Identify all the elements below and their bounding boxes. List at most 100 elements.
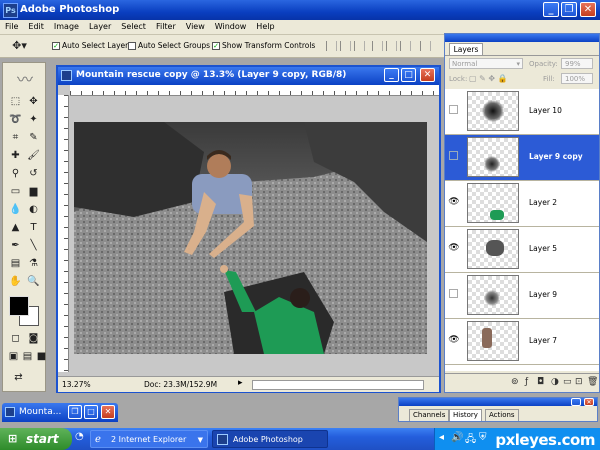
zoom-level[interactable]: 13.27%: [62, 380, 91, 389]
add-mask-icon[interactable]: ◘: [537, 377, 544, 387]
new-group-icon[interactable]: ▭: [563, 377, 572, 387]
lasso-tool-icon[interactable]: ➰: [8, 112, 23, 127]
move-tool-preset-icon[interactable]: ✥▾: [12, 38, 27, 53]
horizontal-scrollbar[interactable]: [252, 380, 424, 390]
hand-tool-icon[interactable]: ✋: [8, 274, 23, 289]
path-selection-tool-icon[interactable]: ▲: [8, 220, 23, 235]
auto-select-layer-checkbox[interactable]: ✓: [52, 42, 60, 50]
shape-tool-icon[interactable]: ╲: [26, 238, 41, 253]
layer-row[interactable]: 👁 Layer 5: [445, 227, 599, 273]
brush-tool-icon[interactable]: 🖌: [26, 148, 41, 163]
blend-mode-select[interactable]: Normal ▾: [449, 58, 523, 69]
layer-row[interactable]: Layer 10: [445, 89, 599, 135]
security-icon[interactable]: ⛨: [479, 432, 487, 443]
tab-actions[interactable]: Actions: [485, 409, 519, 421]
align-left-icon[interactable]: [372, 41, 383, 51]
min-maximize-button[interactable]: □: [84, 405, 98, 419]
layers-panel-header[interactable]: [445, 34, 599, 42]
restore-button[interactable]: ❐: [561, 2, 577, 17]
eyedropper-tool-icon[interactable]: ⚗: [26, 256, 41, 271]
distribute-icon[interactable]: [420, 41, 431, 51]
link-layers-icon[interactable]: ⊚: [511, 377, 519, 387]
layer-row[interactable]: Layer 9: [445, 273, 599, 319]
trash-icon[interactable]: 🗑: [587, 377, 598, 387]
layer-row-selected[interactable]: Layer 9 copy: [445, 135, 599, 181]
align-hcenter-icon[interactable]: [386, 41, 397, 51]
taskbar-item-internet-explorer[interactable]: ℯ 2 Internet Explorer ▼: [90, 430, 208, 448]
lock-icons[interactable]: ▢ ✎ ✥ 🔒: [469, 74, 508, 83]
min-restore-button[interactable]: ❐: [68, 405, 82, 419]
opacity-field[interactable]: 99%: [561, 58, 593, 69]
visibility-toggle[interactable]: [449, 105, 458, 114]
doc-maximize-button[interactable]: □: [401, 68, 416, 82]
blur-tool-icon[interactable]: 💧: [8, 202, 23, 217]
panel-close-button[interactable]: ✕: [584, 398, 594, 406]
menu-window[interactable]: Window: [210, 20, 252, 34]
layer-style-icon[interactable]: ƒ: [525, 377, 528, 387]
menu-select[interactable]: Select: [116, 20, 151, 34]
pen-tool-icon[interactable]: ✒: [8, 238, 23, 253]
history-brush-tool-icon[interactable]: ↺: [26, 166, 41, 181]
adjustment-layer-icon[interactable]: ◑: [551, 377, 559, 387]
crop-tool-icon[interactable]: ⌗: [8, 130, 23, 145]
tab-history[interactable]: History: [449, 409, 482, 421]
fill-field[interactable]: 100%: [561, 73, 593, 84]
doc-close-button[interactable]: ✕: [420, 68, 435, 82]
screen-mode-icon[interactable]: ▣: [6, 349, 21, 364]
layer-row[interactable]: 👁 Layer 2: [445, 181, 599, 227]
align-top-icon[interactable]: [326, 41, 337, 51]
zoom-tool-icon[interactable]: 🔍: [26, 274, 41, 289]
network-icon[interactable]: 🖧: [465, 432, 476, 449]
tab-channels[interactable]: Channels: [409, 409, 450, 421]
standard-mode-icon[interactable]: ◻: [8, 331, 23, 346]
gradient-tool-icon[interactable]: ▆: [26, 184, 41, 199]
full-screen-icon[interactable]: ■: [34, 349, 49, 364]
min-close-button[interactable]: ✕: [101, 405, 115, 419]
taskbar-item-photoshop[interactable]: Adobe Photoshop: [212, 430, 328, 448]
history-panel-header[interactable]: [399, 398, 597, 406]
menu-edit[interactable]: Edit: [23, 20, 49, 34]
show-transform-controls-checkbox[interactable]: ✓: [212, 42, 220, 50]
doc-minimize-button[interactable]: _: [384, 68, 399, 82]
align-bottom-icon[interactable]: [354, 41, 365, 51]
minimized-document-window[interactable]: Mounta... ❐ □ ✕: [2, 403, 118, 422]
eye-icon[interactable]: 👁: [447, 333, 461, 347]
type-tool-icon[interactable]: T: [26, 220, 41, 235]
menu-image[interactable]: Image: [49, 20, 84, 34]
magic-wand-tool-icon[interactable]: ✦: [26, 112, 41, 127]
start-button[interactable]: ⊞ start: [0, 428, 72, 450]
panel-minimize-button[interactable]: _: [571, 398, 581, 406]
eye-icon[interactable]: 👁: [447, 195, 461, 209]
layer-row[interactable]: 👁 Layer 7: [445, 319, 599, 365]
healing-brush-tool-icon[interactable]: ✚: [8, 148, 23, 163]
tray-expand-icon[interactable]: ◂: [439, 432, 444, 443]
eye-icon[interactable]: 👁: [447, 241, 461, 255]
visibility-toggle[interactable]: [449, 151, 458, 160]
move-tool-icon[interactable]: ✥: [26, 94, 41, 109]
auto-select-groups-checkbox[interactable]: [128, 42, 136, 50]
quick-launch-icon[interactable]: ◔: [75, 431, 84, 442]
slice-tool-icon[interactable]: ✎: [26, 130, 41, 145]
image-canvas[interactable]: [74, 122, 427, 354]
visibility-toggle[interactable]: [449, 289, 458, 298]
minimize-button[interactable]: _: [543, 2, 559, 17]
menu-filter[interactable]: Filter: [151, 20, 181, 34]
menu-file[interactable]: File: [0, 20, 23, 34]
dodge-tool-icon[interactable]: ◐: [26, 202, 41, 217]
document-title-bar[interactable]: Mountain rescue copy @ 13.3% (Layer 9 co…: [58, 67, 439, 85]
screen-mode-menu-icon[interactable]: ▤: [20, 349, 35, 364]
align-right-icon[interactable]: [400, 41, 411, 51]
eraser-tool-icon[interactable]: ▭: [8, 184, 23, 199]
status-menu-arrow-icon[interactable]: ▸: [238, 378, 243, 388]
menu-view[interactable]: View: [181, 20, 210, 34]
align-vcenter-icon[interactable]: [340, 41, 351, 51]
volume-icon[interactable]: 🔊: [451, 432, 463, 443]
imageready-icon[interactable]: ⇄: [11, 370, 26, 385]
menu-layer[interactable]: Layer: [84, 20, 116, 34]
close-button[interactable]: ✕: [580, 2, 596, 17]
clone-stamp-tool-icon[interactable]: ⚲: [8, 166, 23, 181]
notes-tool-icon[interactable]: ▤: [8, 256, 23, 271]
quick-mask-mode-icon[interactable]: ◙: [26, 331, 41, 346]
marquee-tool-icon[interactable]: ⬚: [8, 94, 23, 109]
menu-help[interactable]: Help: [251, 20, 279, 34]
